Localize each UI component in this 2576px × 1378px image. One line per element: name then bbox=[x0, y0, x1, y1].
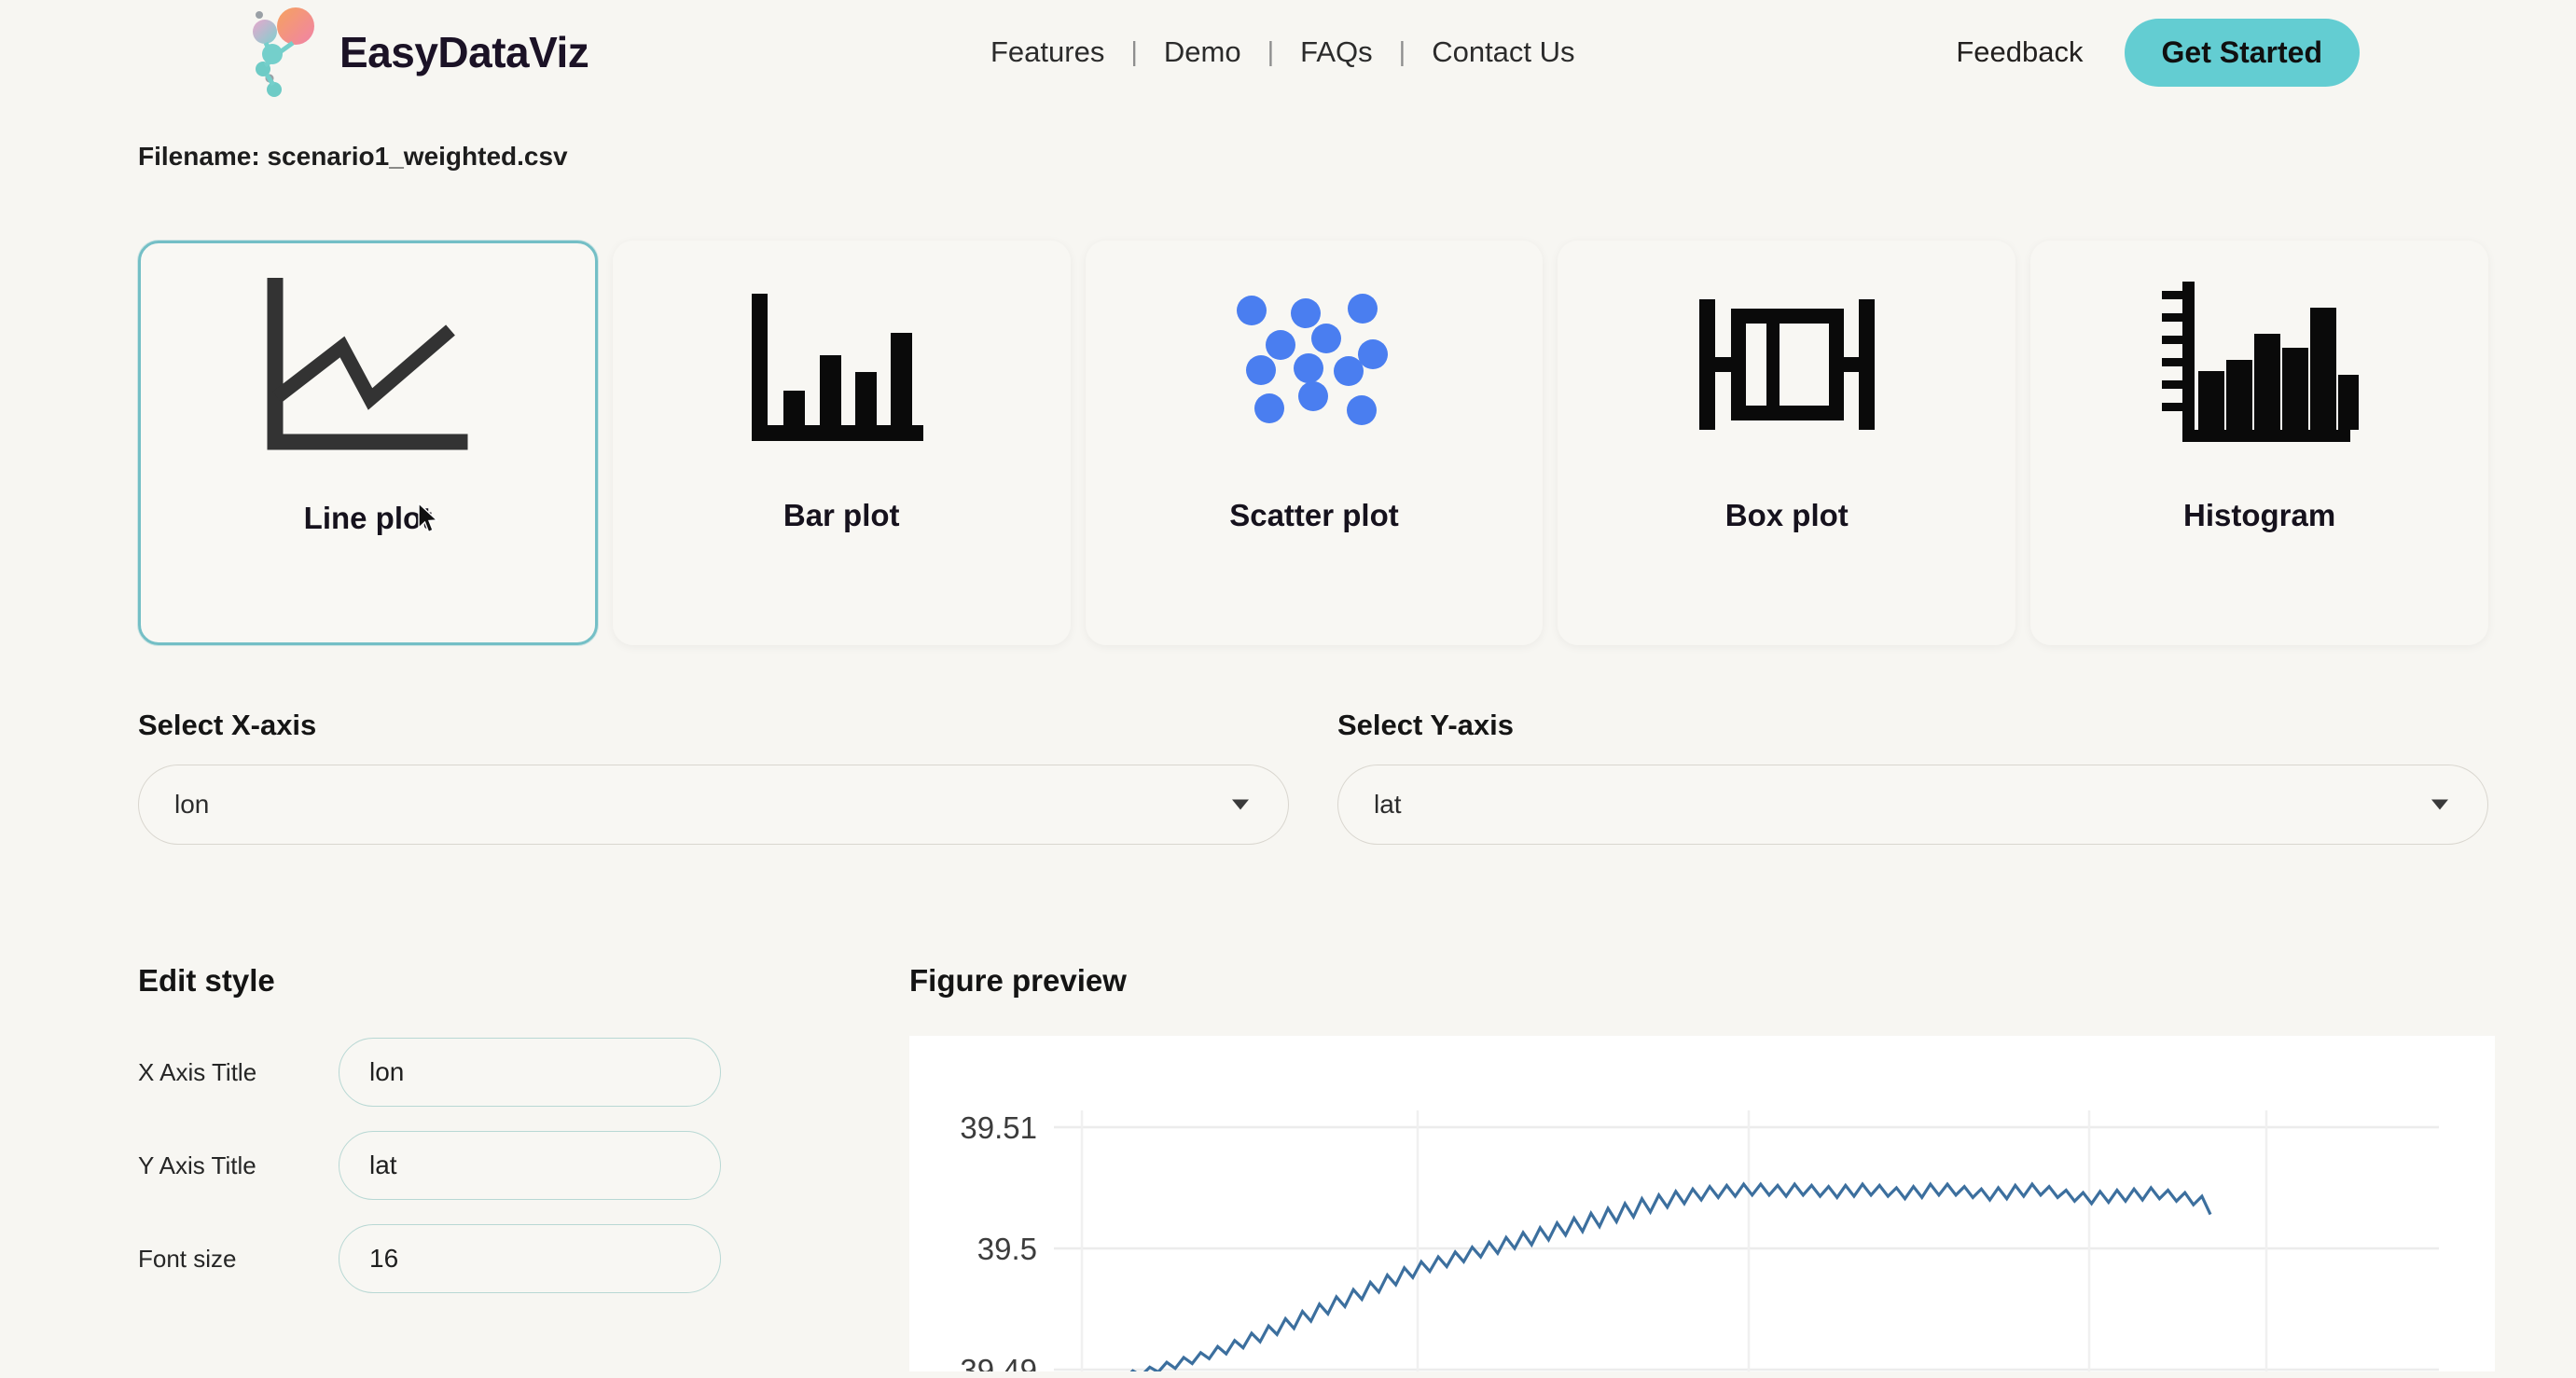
figure-preview-title: Figure preview bbox=[909, 963, 1127, 998]
nav-separator: | bbox=[1130, 36, 1138, 67]
plot-type-card-scatter-plot[interactable]: Scatter plot bbox=[1085, 241, 1544, 645]
nav-separator: | bbox=[1267, 36, 1275, 67]
get-started-button[interactable]: Get Started bbox=[2124, 18, 2360, 87]
x-axis-select-label: Select X-axis bbox=[138, 709, 317, 741]
plot-type-card-bar-plot[interactable]: Bar plot bbox=[612, 241, 1071, 645]
nav-item-features[interactable]: Features bbox=[989, 35, 1106, 69]
y-axis-title-input[interactable] bbox=[339, 1131, 721, 1200]
font-size-label: Font size bbox=[138, 1244, 237, 1273]
y-axis-select-label: Select Y-axis bbox=[1337, 709, 1515, 741]
x-axis-select-value: lon bbox=[174, 790, 210, 819]
style-field-row: Y Axis Title bbox=[138, 1131, 856, 1200]
x-axis-title-input[interactable] bbox=[339, 1038, 721, 1107]
plot-type-card-box-plot[interactable]: Box plot bbox=[1558, 241, 2016, 645]
chevron-down-icon bbox=[1232, 799, 1249, 810]
plot-type-label: Bar plot bbox=[782, 498, 900, 532]
style-field-row: X Axis Title bbox=[138, 1038, 856, 1107]
chart-y-tick-label: 39.49 bbox=[960, 1353, 1037, 1371]
plot-type-card-list: Line plot Bar plot Scatter plot Box plot… bbox=[138, 241, 2488, 645]
plot-type-card-line-plot[interactable]: Line plot bbox=[138, 241, 598, 645]
nav-item-faqs[interactable]: FAQs bbox=[1298, 35, 1375, 69]
y-axis-select-value: lat bbox=[1374, 790, 1402, 819]
edit-style-panel: Edit style X Axis Title Y Axis Title Fon… bbox=[138, 963, 856, 1317]
plot-type-label: Scatter plot bbox=[1229, 498, 1399, 532]
plot-type-label: Line plot bbox=[303, 501, 433, 535]
molecule-bubbles-logo-icon bbox=[244, 6, 323, 99]
style-field-row: Font size bbox=[138, 1224, 856, 1293]
x-axis-title-label: X Axis Title bbox=[138, 1057, 257, 1086]
plot-type-card-histogram[interactable]: Histogram bbox=[2030, 241, 2488, 645]
header-actions: Feedback Get Started bbox=[1956, 0, 2360, 104]
nav-item-demo[interactable]: Demo bbox=[1162, 35, 1243, 69]
scatter-plot-icon bbox=[1221, 263, 1407, 477]
filename-label: Filename: scenario1_weighted.csv bbox=[138, 142, 568, 171]
figure-preview-canvas[interactable]: 39.51 39.5 39.49 bbox=[909, 1036, 2495, 1371]
chart-y-tick-labels: 39.51 39.5 39.49 bbox=[960, 1110, 1037, 1371]
y-axis-title-label: Y Axis Title bbox=[138, 1151, 256, 1179]
brand-name: EasyDataViz bbox=[339, 28, 589, 76]
axis-select-row: Select X-axis lon Select Y-axis lat bbox=[138, 709, 2488, 845]
plot-type-label: Box plot bbox=[1724, 498, 1849, 532]
font-size-input[interactable] bbox=[339, 1224, 721, 1293]
x-axis-select-group: Select X-axis lon bbox=[138, 709, 1289, 845]
line-chart-icon bbox=[260, 264, 475, 478]
chart-gridlines bbox=[1054, 1110, 2439, 1371]
plot-type-label: Histogram bbox=[2182, 498, 2336, 532]
app-page: EasyDataViz Features | Demo | FAQs | Con… bbox=[0, 0, 2576, 1378]
chevron-down-icon bbox=[2431, 799, 2448, 810]
box-plot-icon bbox=[1694, 263, 1880, 477]
main-nav: Features | Demo | FAQs | Contact Us bbox=[989, 0, 1577, 104]
x-axis-select[interactable]: lon bbox=[138, 765, 1289, 845]
chart-line-series bbox=[1129, 1181, 2212, 1371]
figure-preview-panel: Figure preview 39.51 39.5 39.49 bbox=[909, 963, 2495, 1371]
chart-y-tick-label: 39.51 bbox=[960, 1110, 1037, 1145]
histogram-icon bbox=[2159, 263, 2360, 477]
edit-style-title: Edit style bbox=[138, 963, 275, 998]
site-header: EasyDataViz Features | Demo | FAQs | Con… bbox=[0, 0, 2576, 104]
brand[interactable]: EasyDataViz bbox=[244, 0, 589, 104]
chart-series-line bbox=[1129, 1181, 2212, 1371]
y-axis-select[interactable]: lat bbox=[1337, 765, 2488, 845]
chart-y-tick-label: 39.5 bbox=[977, 1232, 1037, 1266]
feedback-link[interactable]: Feedback bbox=[1956, 35, 2083, 69]
y-axis-select-group: Select Y-axis lat bbox=[1337, 709, 2488, 845]
nav-item-contact-us[interactable]: Contact Us bbox=[1430, 35, 1576, 69]
bar-chart-icon bbox=[748, 263, 935, 477]
nav-separator: | bbox=[1398, 36, 1406, 67]
